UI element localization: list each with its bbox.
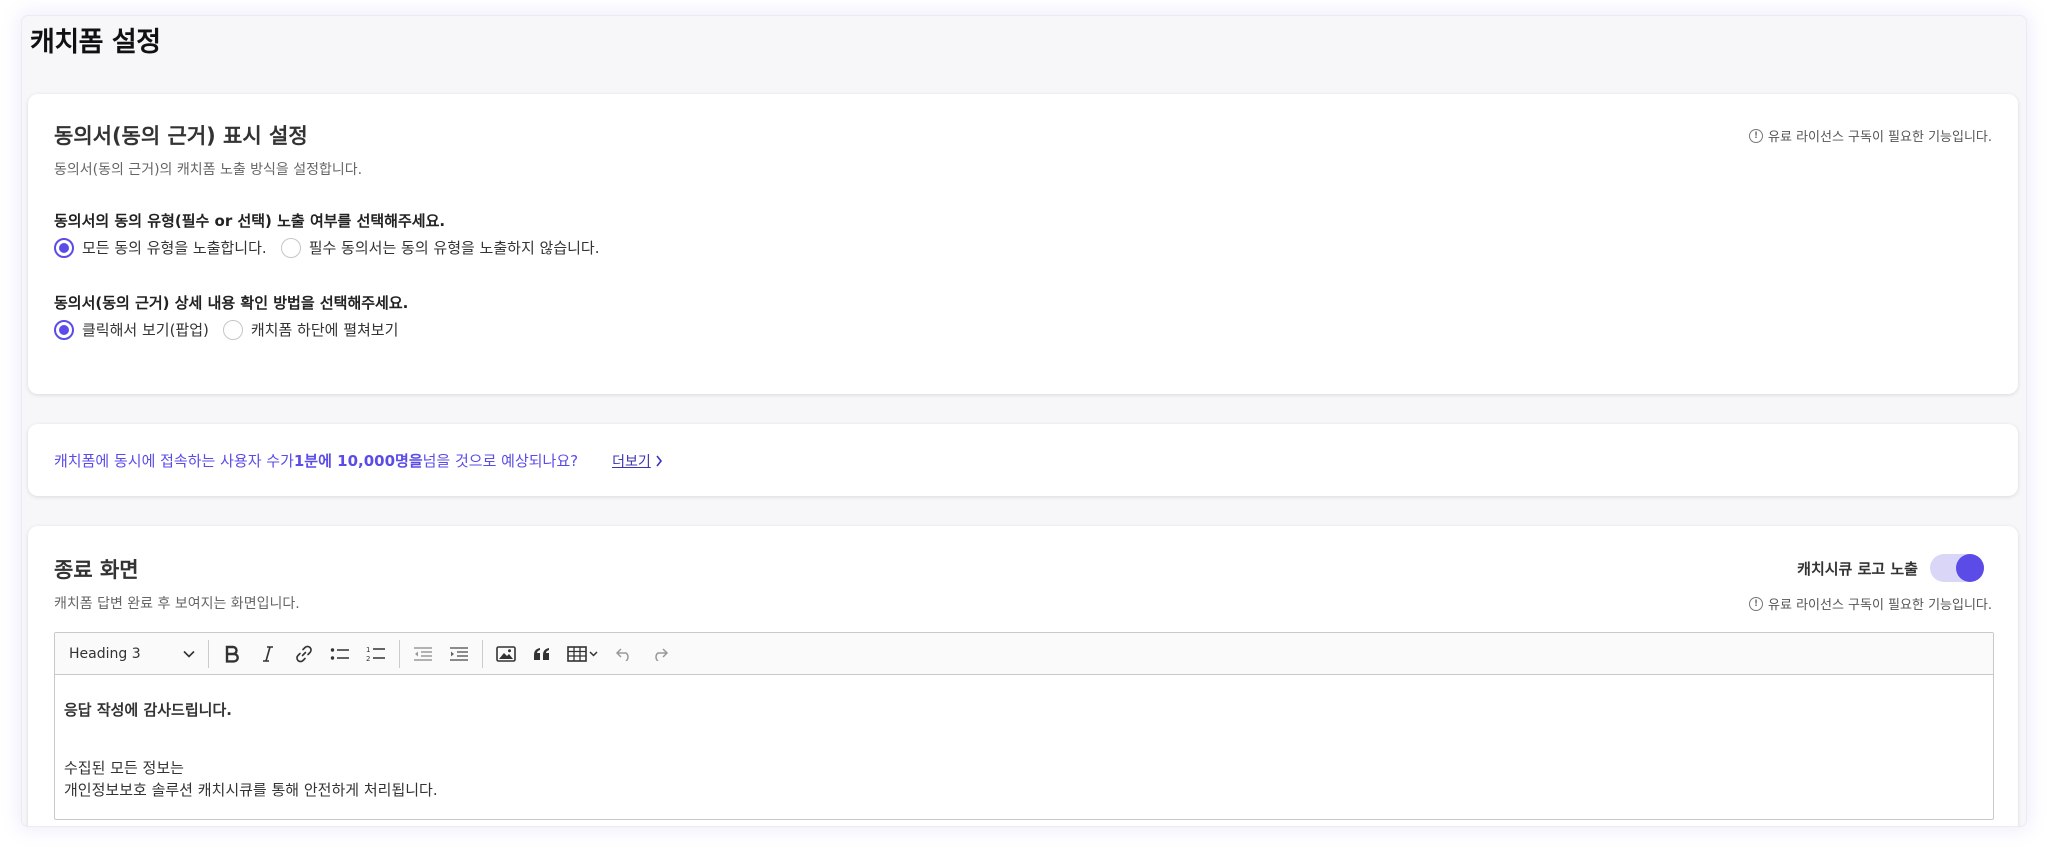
bullet-list-button[interactable] bbox=[322, 638, 358, 670]
undo-button[interactable] bbox=[606, 638, 642, 670]
license-notice-text: 유료 라이선스 구독이 필요한 기능입니다. bbox=[1768, 598, 1992, 613]
license-notice: ! 유료 라이선스 구독이 필요한 기능입니다. bbox=[1749, 594, 1992, 613]
license-notice: ! 유료 라이선스 구독이 필요한 기능입니다. bbox=[1749, 126, 1992, 145]
consent-type-radio-group: 모든 동의 유형을 노출합니다. 필수 동의서는 동의 유형을 노출하지 않습니… bbox=[54, 237, 614, 258]
editor-heading-line: 응답 작성에 감사드립니다. bbox=[64, 701, 232, 719]
info-icon: ! bbox=[1749, 596, 1764, 611]
undo-icon bbox=[615, 647, 629, 661]
radio-label: 캐치폼 하단에 펼쳐보기 bbox=[250, 321, 399, 339]
toolbar-separator bbox=[208, 639, 209, 668]
editor-text-line: 수집된 모든 정보는 bbox=[64, 759, 184, 777]
info-icon: ! bbox=[1749, 128, 1764, 143]
bullet-list-icon bbox=[330, 647, 349, 660]
traffic-banner-card: 캐치폼에 동시에 접속하는 사용자 수가 1분에 10,000명을 넘을 것으로… bbox=[28, 424, 2018, 496]
banner-text-after: 넘을 것으로 예상되나요? bbox=[422, 452, 579, 470]
question-consent-type-label: 동의서의 동의 유형(필수 or 선택) 노출 여부를 선택해주세요. bbox=[54, 212, 446, 230]
outdent-button[interactable] bbox=[405, 638, 441, 670]
italic-icon bbox=[263, 645, 273, 662]
consent-display-card: 동의서(동의 근거) 표시 설정 ! 유료 라이선스 구독이 필요한 기능입니다… bbox=[28, 94, 2018, 394]
editor-text-line: 개인정보보호 솔루션 캐치시큐를 통해 안전하게 처리됩니다. bbox=[64, 781, 438, 799]
bold-button[interactable] bbox=[214, 638, 250, 670]
svg-text:1: 1 bbox=[366, 646, 370, 654]
banner-text-bold: 1분에 10,000명을 bbox=[293, 452, 423, 470]
image-button[interactable] bbox=[488, 638, 524, 670]
radio-label: 모든 동의 유형을 노출합니다. bbox=[82, 239, 267, 257]
heading-select-value: Heading 3 bbox=[69, 645, 141, 662]
link-icon bbox=[296, 645, 312, 662]
question-detail-method-label: 동의서(동의 근거) 상세 내용 확인 방법을 선택해주세요. bbox=[54, 294, 409, 312]
numbered-list-button[interactable]: 12 bbox=[358, 638, 394, 670]
radio-label: 클릭해서 보기(팝업) bbox=[82, 321, 209, 339]
table-icon bbox=[567, 645, 598, 662]
table-button[interactable] bbox=[560, 638, 606, 670]
consent-display-description: 동의서(동의 근거)의 캐치폼 노출 방식을 설정합니다. bbox=[54, 162, 363, 178]
outdent-icon bbox=[414, 646, 432, 661]
editor-empty-line bbox=[64, 721, 1984, 743]
toggle-knob bbox=[1956, 554, 1984, 582]
link-button[interactable] bbox=[286, 638, 322, 670]
bold-icon bbox=[225, 645, 239, 663]
rich-text-editor: Heading 3 12 응답 작성에 감사드립니다. 수집된 모든 정보는 개… bbox=[54, 632, 1994, 820]
indent-icon bbox=[450, 646, 468, 661]
radio-label: 필수 동의서는 동의 유형을 노출하지 않습니다. bbox=[308, 239, 600, 257]
radio-unchecked-icon[interactable] bbox=[222, 319, 243, 340]
blockquote-button[interactable] bbox=[524, 638, 560, 670]
logo-toggle-row: 캐치시큐 로고 노출 bbox=[1797, 554, 1984, 582]
more-link-label[interactable]: 더보기 bbox=[612, 451, 651, 471]
chevron-right-icon bbox=[656, 455, 662, 466]
banner-text-before: 캐치폼에 동시에 접속하는 사용자 수가 bbox=[54, 452, 294, 470]
radio-option-expand-bottom[interactable]: 캐치폼 하단에 펼쳐보기 bbox=[222, 319, 399, 340]
page-title: 캐치폼 설정 bbox=[30, 27, 161, 58]
numbered-list-icon: 12 bbox=[366, 646, 385, 663]
logo-toggle-label: 캐치시큐 로고 노출 bbox=[1797, 559, 1918, 578]
redo-button[interactable] bbox=[642, 638, 678, 670]
radio-unchecked-icon[interactable] bbox=[280, 237, 301, 258]
consent-display-title: 동의서(동의 근거) 표시 설정 bbox=[54, 124, 308, 148]
radio-option-show-all[interactable]: 모든 동의 유형을 노출합니다. bbox=[54, 237, 267, 258]
radio-option-hide-required[interactable]: 필수 동의서는 동의 유형을 노출하지 않습니다. bbox=[280, 237, 600, 258]
svg-text:2: 2 bbox=[366, 655, 370, 663]
more-link[interactable]: 더보기 bbox=[612, 451, 663, 471]
indent-button[interactable] bbox=[441, 638, 477, 670]
chevron-down-icon bbox=[183, 650, 195, 658]
traffic-banner: 캐치폼에 동시에 접속하는 사용자 수가 1분에 10,000명을 넘을 것으로… bbox=[54, 450, 663, 471]
editor-content[interactable]: 응답 작성에 감사드립니다. 수집된 모든 정보는 개인정보보호 솔루션 캐치시… bbox=[55, 675, 1993, 811]
editor-toolbar: Heading 3 12 bbox=[55, 633, 1993, 675]
settings-frame: 캐치폼 설정 동의서(동의 근거) 표시 설정 ! 유료 라이선스 구독이 필요… bbox=[22, 16, 2026, 826]
end-screen-title: 종료 화면 bbox=[54, 558, 139, 582]
italic-button[interactable] bbox=[250, 638, 286, 670]
heading-select[interactable]: Heading 3 bbox=[61, 638, 203, 670]
quote-icon bbox=[534, 647, 549, 660]
radio-option-popup[interactable]: 클릭해서 보기(팝업) bbox=[54, 319, 209, 340]
radio-checked-icon[interactable] bbox=[54, 237, 74, 258]
image-icon bbox=[496, 645, 516, 662]
radio-checked-icon[interactable] bbox=[54, 319, 74, 340]
end-screen-description: 캐치폼 답변 완료 후 보여지는 화면입니다. bbox=[54, 596, 300, 612]
toolbar-separator bbox=[482, 639, 483, 668]
toolbar-separator bbox=[399, 639, 400, 668]
redo-icon bbox=[655, 647, 669, 661]
license-notice-text: 유료 라이선스 구독이 필요한 기능입니다. bbox=[1768, 130, 1992, 145]
logo-toggle-switch[interactable] bbox=[1930, 554, 1984, 582]
end-screen-card: 종료 화면 캐치폼 답변 완료 후 보여지는 화면입니다. 캐치시큐 로고 노출… bbox=[28, 526, 2018, 826]
detail-method-radio-group: 클릭해서 보기(팝업) 캐치폼 하단에 펼쳐보기 bbox=[54, 319, 412, 340]
